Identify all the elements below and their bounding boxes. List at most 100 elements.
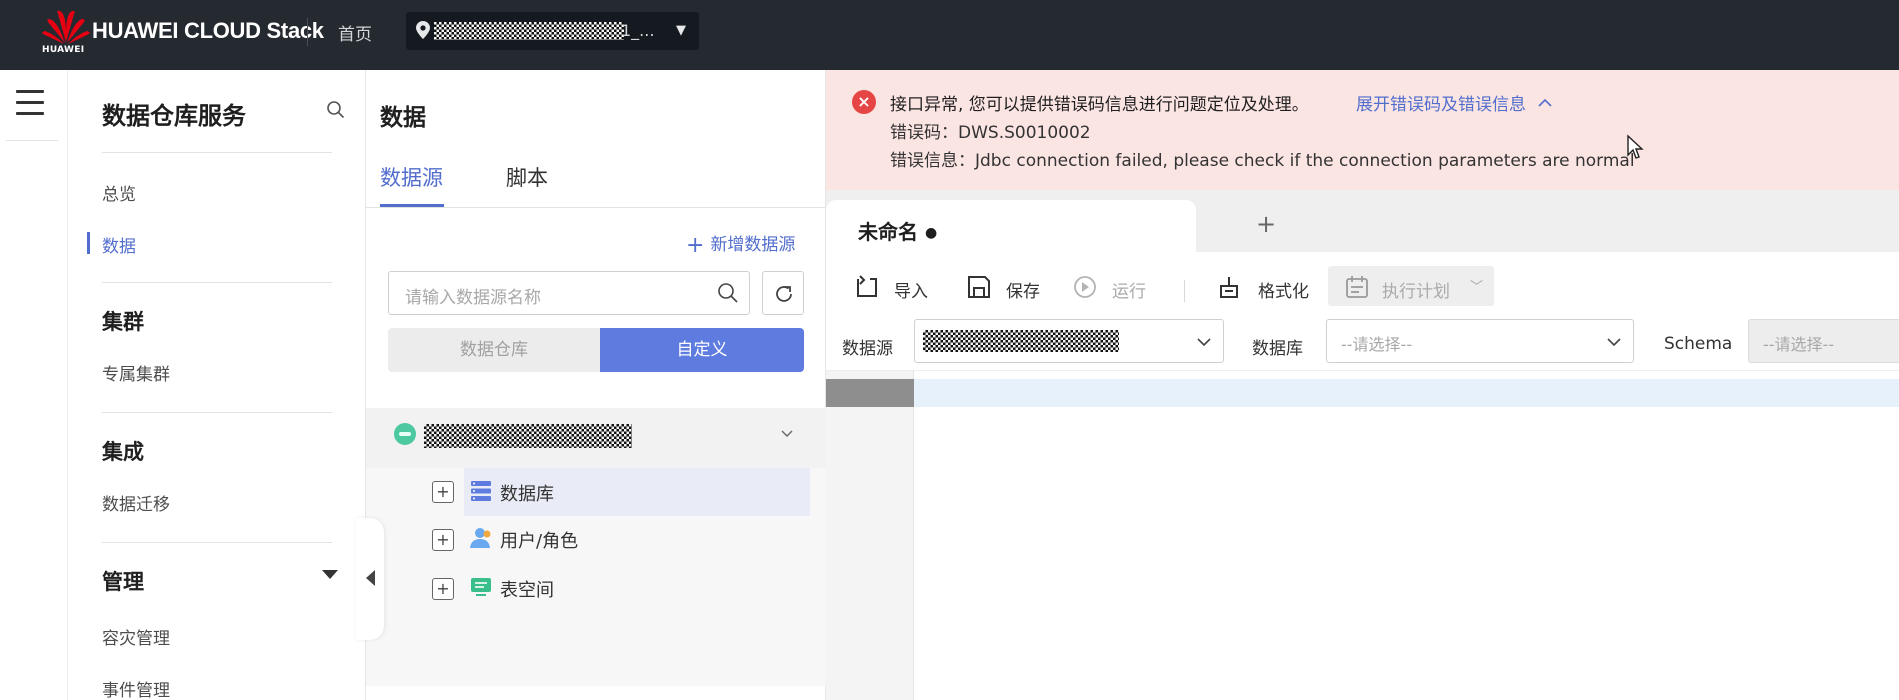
nav-item-data[interactable]: 数据 (102, 232, 136, 257)
chevron-down-icon: ▼ (676, 23, 686, 38)
active-line-highlight (914, 379, 1899, 407)
database-field-label: 数据库 (1252, 339, 1303, 359)
segment-custom[interactable]: 自定义 (600, 328, 804, 372)
nav-divider (102, 412, 332, 413)
expand-error-label: 展开错误码及错误信息 (1356, 95, 1526, 115)
add-tab-button[interactable]: + (1256, 210, 1276, 238)
nav-divider (102, 152, 332, 153)
active-indicator (87, 232, 90, 254)
tree-children: + 数据库 + 用户/角色 + 表空间 (366, 468, 826, 686)
chevron-up-icon (1538, 98, 1552, 107)
expand-error-link[interactable]: 展开错误码及错误信息 (1356, 90, 1553, 115)
mouse-cursor-icon (1627, 134, 1644, 159)
toolbar-divider (1184, 280, 1185, 302)
caret-left-icon (366, 570, 375, 586)
icon-rail (0, 70, 68, 700)
nav-item-data-migration[interactable]: 数据迁移 (102, 490, 170, 515)
segment-data-warehouse[interactable]: 数据仓库 (388, 328, 600, 372)
error-info: 错误信息：Jdbc connection failed, please chec… (890, 151, 1635, 171)
schema-placeholder: --请选择-- (1763, 335, 1835, 354)
chevron-down-icon: ﹀ (1470, 280, 1484, 295)
run-label: 运行 (1112, 282, 1146, 302)
plus-icon: + (686, 233, 705, 258)
database-list-icon (471, 481, 491, 501)
topbar-divider (307, 18, 308, 46)
datasource-value-redacted (923, 330, 1119, 352)
sql-editor[interactable] (826, 370, 1899, 700)
datasource-field-label: 数据源 (842, 339, 893, 359)
collapse-sidebar-button[interactable] (356, 518, 384, 640)
search-icon[interactable] (717, 282, 739, 304)
calendar-icon (1346, 276, 1368, 298)
chevron-down-icon (1607, 338, 1621, 347)
nav-group-management: 管理 (102, 570, 144, 594)
editor-tab-untitled[interactable]: 未命名 ● (826, 200, 1196, 252)
top-bar: HUAWEI HUAWEI CLOUD Stack 首页 1_... ▼ (0, 0, 1899, 70)
tree-item-database[interactable]: 数据库 (500, 480, 554, 506)
region-name-redacted (434, 22, 624, 40)
datasource-tree-node[interactable] (366, 408, 826, 468)
error-icon: × (852, 90, 876, 114)
region-selector[interactable]: 1_... ▼ (406, 12, 699, 50)
datasource-select[interactable] (914, 319, 1224, 363)
expand-tablespace-button[interactable]: + (432, 578, 454, 600)
refresh-button[interactable] (762, 271, 804, 315)
tablespace-icon (471, 578, 491, 596)
database-placeholder: --请选择-- (1341, 335, 1413, 354)
schema-field-label: Schema (1664, 334, 1733, 354)
datasource-search-input[interactable]: 请输入数据源名称 (388, 271, 750, 315)
search-icon[interactable] (326, 100, 346, 120)
schema-select[interactable]: --请选择-- (1748, 319, 1899, 363)
error-message: 接口异常, 您可以提供错误码信息进行问题定位及处理。 (890, 95, 1309, 115)
home-link[interactable]: 首页 (338, 20, 372, 45)
database-select[interactable]: --请选择-- (1326, 319, 1634, 363)
format-icon (1220, 277, 1238, 298)
nav-divider (102, 542, 332, 543)
save-label: 保存 (1006, 282, 1040, 302)
nav-item-disaster-recovery[interactable]: 容灾管理 (102, 624, 170, 649)
run-button[interactable]: 运行 (1072, 272, 1172, 302)
refresh-icon (776, 286, 792, 302)
import-icon (857, 275, 877, 297)
data-panel: 数据 数据源 脚本 + 新增数据源 请输入数据源名称 数据仓库 自定义 + 数据… (366, 70, 826, 700)
nav-divider (102, 282, 332, 283)
editor-toolbar: 导入 保存 运行 格式化 执行计划 ﹀ 数据源 数据库 --请选择-- Sche… (826, 252, 1899, 370)
service-nav: 数据仓库服务 总览 数据 集群 专属集群 集成 数据迁移 管理 容灾管理 事件管… (68, 70, 366, 700)
main-area: × 接口异常, 您可以提供错误码信息进行问题定位及处理。 展开错误码及错误信息 … (826, 70, 1899, 700)
service-title: 数据仓库服务 (102, 102, 246, 130)
panel-title: 数据 (380, 105, 426, 131)
tree-item-users-roles[interactable]: 用户/角色 (500, 527, 578, 553)
rail-divider (6, 140, 58, 141)
add-datasource-label: 新增数据源 (710, 235, 796, 255)
brand-name[interactable]: HUAWEI CLOUD Stack (92, 18, 324, 44)
tab-datasource[interactable]: 数据源 (380, 162, 443, 192)
import-label: 导入 (894, 282, 928, 302)
error-code: 错误码：DWS.S0010002 (890, 123, 1091, 143)
caret-down-icon[interactable] (322, 570, 338, 579)
add-datasource-button[interactable]: + 新增数据源 (686, 230, 795, 258)
save-icon (968, 276, 990, 298)
format-button[interactable]: 格式化 (1216, 272, 1326, 302)
error-banner: × 接口异常, 您可以提供错误码信息进行问题定位及处理。 展开错误码及错误信息 … (826, 70, 1899, 190)
save-button[interactable]: 保存 (966, 272, 1066, 302)
expand-database-button[interactable]: + (432, 481, 454, 503)
import-button[interactable]: 导入 (854, 272, 954, 302)
editor-tab-label: 未命名 ● (858, 220, 938, 244)
nav-group-integration: 集成 (102, 440, 144, 464)
search-placeholder: 请输入数据源名称 (405, 288, 541, 308)
chevron-down-icon[interactable] (780, 426, 794, 440)
chevron-down-icon (1197, 338, 1211, 347)
nav-item-event-management[interactable]: 事件管理 (102, 676, 170, 700)
region-suffix: 1_... (621, 21, 655, 40)
expand-users-button[interactable]: + (432, 529, 454, 551)
nav-group-cluster: 集群 (102, 310, 144, 334)
menu-icon[interactable] (16, 90, 44, 116)
nav-item-dedicated-cluster[interactable]: 专属集群 (102, 360, 170, 385)
format-label: 格式化 (1258, 282, 1309, 302)
tree-item-tablespace[interactable]: 表空间 (500, 576, 554, 602)
play-icon (1074, 276, 1096, 298)
execution-plan-button[interactable]: 执行计划 ﹀ (1328, 266, 1494, 306)
execution-plan-label: 执行计划 (1382, 282, 1450, 302)
nav-item-overview[interactable]: 总览 (102, 180, 136, 205)
tab-script[interactable]: 脚本 (506, 162, 548, 192)
